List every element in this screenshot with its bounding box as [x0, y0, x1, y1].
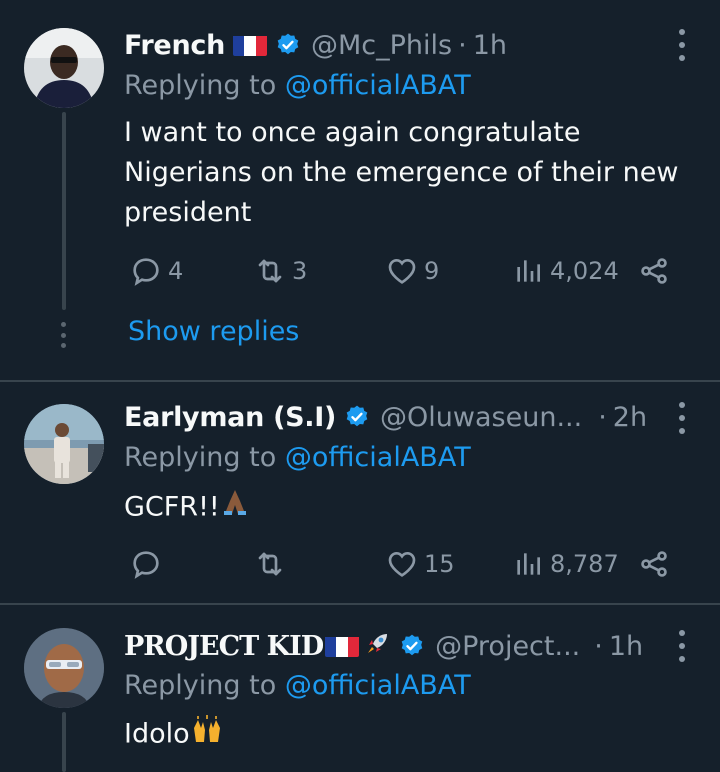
display-name[interactable]: French	[124, 30, 225, 61]
reply-button[interactable]	[130, 547, 168, 581]
timestamp[interactable]: 1h	[609, 631, 643, 662]
folded-hands-icon	[220, 487, 250, 529]
tweet-text-line: Idolo	[124, 714, 704, 756]
user-handle[interactable]: @Oluwaseun...	[380, 402, 582, 433]
action-bar: 15 8,787	[124, 547, 684, 581]
verified-badge-icon	[399, 633, 425, 659]
like-icon	[386, 548, 418, 580]
display-name[interactable]: PROJECT KID	[124, 631, 324, 662]
show-replies-link[interactable]: Show replies	[128, 316, 299, 347]
more-icon[interactable]	[672, 402, 692, 434]
views-count: 4,024	[550, 257, 619, 285]
share-button[interactable]	[638, 547, 676, 581]
replying-to-label: Replying to	[124, 70, 277, 101]
retweet-icon	[254, 255, 286, 287]
replying-to-line: Replying to @officialABAT	[124, 670, 471, 701]
separator-dot: ·	[458, 29, 467, 61]
like-button[interactable]: 9	[386, 254, 439, 288]
replying-to-line: Replying to @officialABAT	[124, 70, 471, 101]
views-count: 8,787	[550, 550, 619, 578]
replying-to-label: Replying to	[124, 442, 277, 473]
tweet-text-line: GCFR!!	[124, 487, 704, 529]
like-count: 9	[424, 257, 440, 285]
timestamp[interactable]: 2h	[613, 402, 647, 433]
france-flag-icon	[233, 34, 267, 56]
timestamp[interactable]: 1h	[473, 30, 507, 61]
views-icon	[512, 255, 544, 287]
divider	[0, 603, 720, 605]
retweet-count: 3	[292, 257, 308, 285]
share-button[interactable]	[638, 254, 676, 288]
thread-dots	[58, 322, 68, 348]
like-count: 15	[424, 550, 455, 578]
like-icon	[386, 255, 418, 287]
user-handle[interactable]: @Project...	[435, 631, 580, 662]
reply-icon	[130, 255, 162, 287]
replying-to-mention[interactable]: @officialABAT	[285, 670, 471, 701]
share-icon	[638, 255, 670, 287]
replying-to-mention[interactable]: @officialABAT	[285, 442, 471, 473]
avatar[interactable]	[24, 404, 104, 484]
reply-count: 4	[168, 257, 184, 285]
replying-to-mention[interactable]: @officialABAT	[285, 70, 471, 101]
raised-hands-icon	[190, 714, 224, 756]
share-icon	[638, 548, 670, 580]
user-handle[interactable]: @Mc_Phils	[311, 30, 452, 61]
separator-dot: ·	[594, 630, 603, 662]
reply-icon	[130, 548, 162, 580]
views-icon	[512, 548, 544, 580]
tweet-text: I want to once again congratulate Nigeri…	[124, 117, 679, 228]
verified-badge-icon	[275, 32, 301, 58]
retweet-icon	[254, 548, 286, 580]
reply-button[interactable]: 4	[130, 254, 183, 288]
tweet-text: Idolo	[124, 718, 190, 750]
retweet-button[interactable]	[254, 547, 292, 581]
action-bar: 4 3 9 4,024	[124, 254, 684, 288]
avatar[interactable]	[24, 628, 104, 708]
france-flag-icon	[325, 635, 360, 657]
like-button[interactable]: 15	[386, 547, 455, 581]
replying-to-line: Replying to @officialABAT	[124, 442, 471, 473]
replying-to-label: Replying to	[124, 670, 277, 701]
retweet-button[interactable]: 3	[254, 254, 307, 288]
tweet-text: GCFR!!	[124, 491, 220, 523]
more-icon[interactable]	[672, 630, 692, 662]
divider	[0, 380, 720, 382]
verified-badge-icon	[344, 404, 370, 430]
display-name[interactable]: Earlyman (S.I)	[124, 402, 336, 433]
views-button[interactable]: 4,024	[512, 254, 619, 288]
more-icon[interactable]	[672, 29, 692, 61]
separator-dot: ·	[598, 401, 607, 433]
views-button[interactable]: 8,787	[512, 547, 619, 581]
rocket-icon	[365, 630, 391, 663]
avatar[interactable]	[24, 28, 104, 108]
